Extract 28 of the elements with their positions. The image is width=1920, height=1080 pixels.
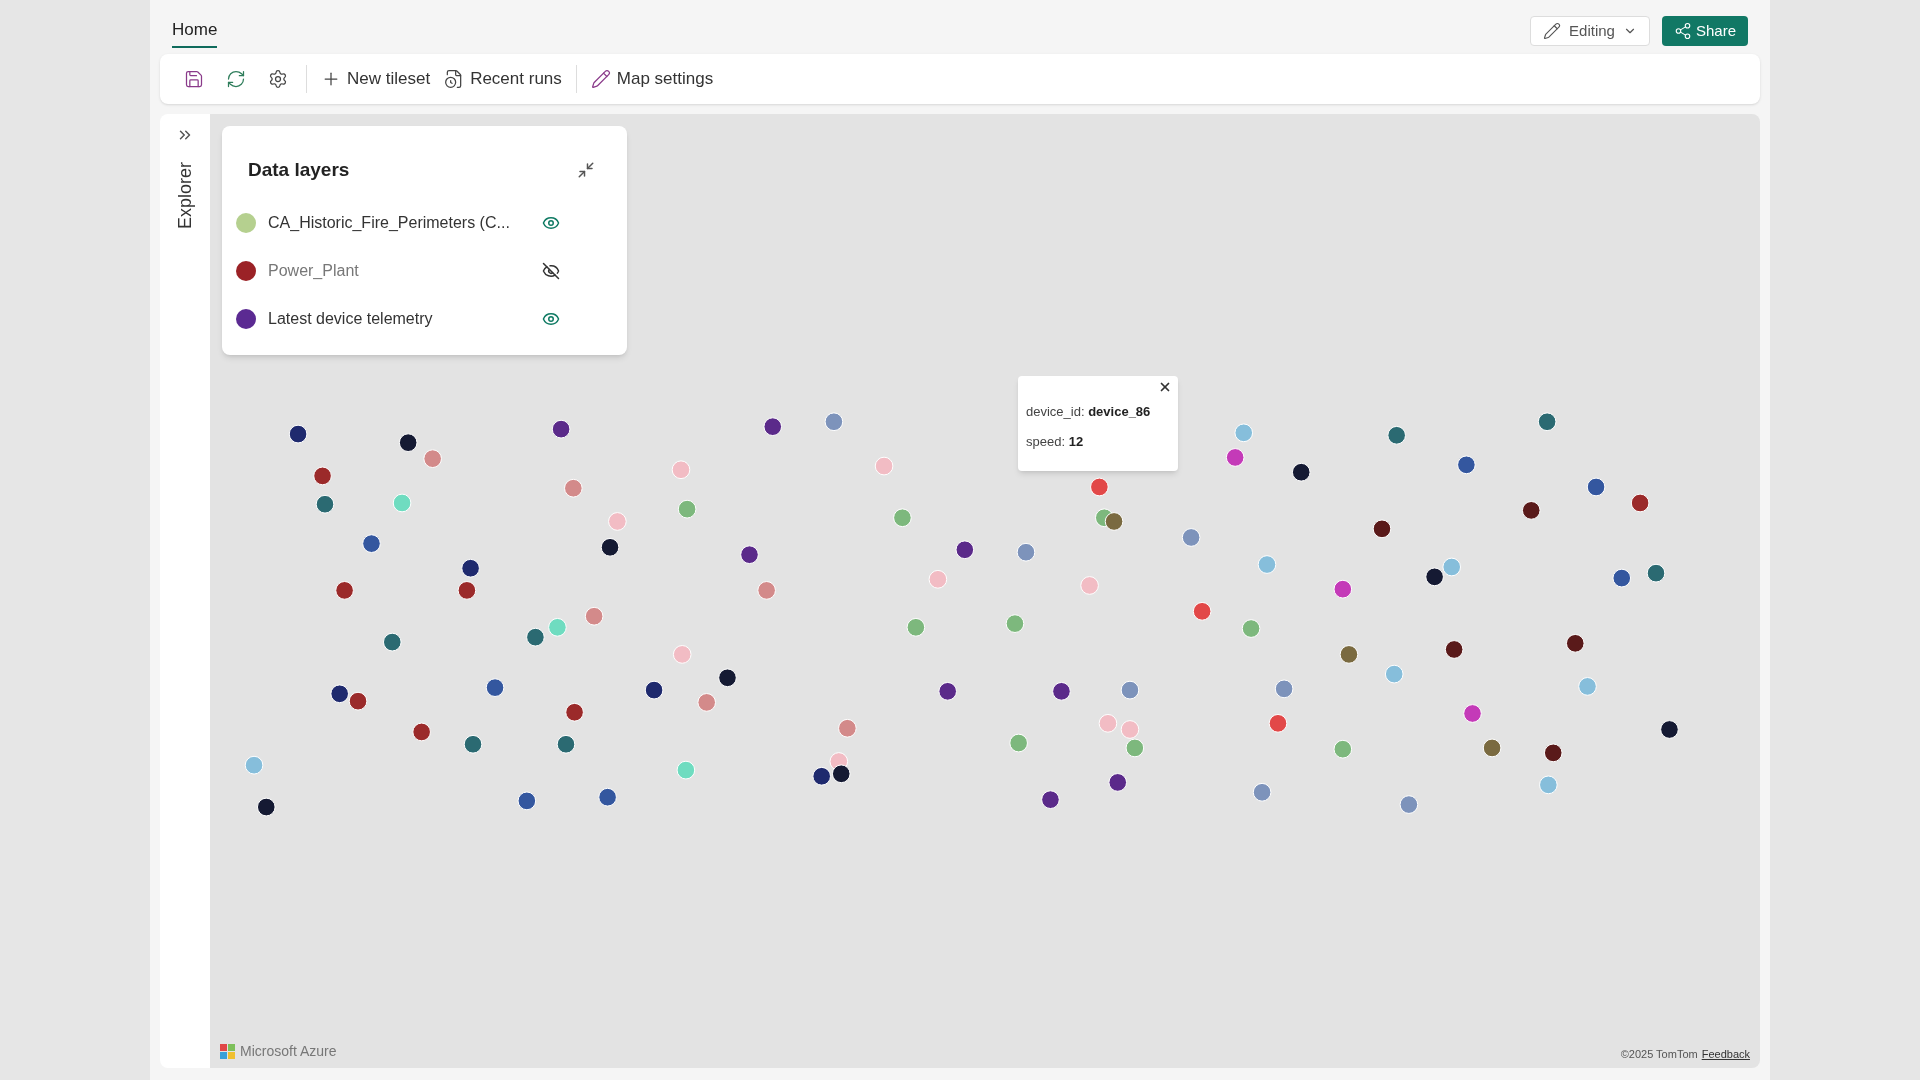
popup-field: device_id: device_86 [1026, 402, 1170, 422]
share-icon [1673, 22, 1692, 40]
panel-title: Data layers [248, 158, 350, 182]
refresh-icon [226, 69, 246, 89]
settings-icon [268, 69, 288, 89]
save-icon [184, 69, 204, 89]
editing-dropdown[interactable]: Editing [1530, 16, 1650, 46]
feedback-link[interactable]: Feedback [1701, 1045, 1750, 1062]
layer-name[interactable]: Power_Plant [268, 258, 530, 283]
eye-off-icon [542, 261, 560, 280]
share-button[interactable]: Share [1661, 16, 1748, 46]
toolbar-button[interactable]: New tileset [321, 66, 431, 92]
logo-icon [220, 1043, 236, 1060]
layer-name[interactable]: CA_Historic_Fire_Perimeters (C... [268, 210, 530, 235]
collapse-arrows-icon [577, 161, 595, 180]
layer-name[interactable]: Latest device telemetry [268, 306, 530, 331]
popup-field: speed: 12 [1026, 431, 1170, 451]
visibility-toggle[interactable] [542, 261, 560, 280]
pencil-icon [1543, 22, 1562, 40]
explorer-label[interactable]: Explorer [171, 162, 199, 230]
toolbar-button[interactable]: Map settings [590, 66, 714, 92]
close-button[interactable] [1158, 380, 1172, 394]
copyright-text: ©2025 TomTom [1620, 1046, 1698, 1062]
close-icon [1158, 380, 1172, 394]
collapse-button[interactable] [577, 161, 595, 180]
home-tab[interactable]: Home [172, 16, 218, 48]
brand-label: Microsoft Azure [240, 1042, 337, 1061]
toolbar-button[interactable]: Recent runs [444, 66, 562, 92]
